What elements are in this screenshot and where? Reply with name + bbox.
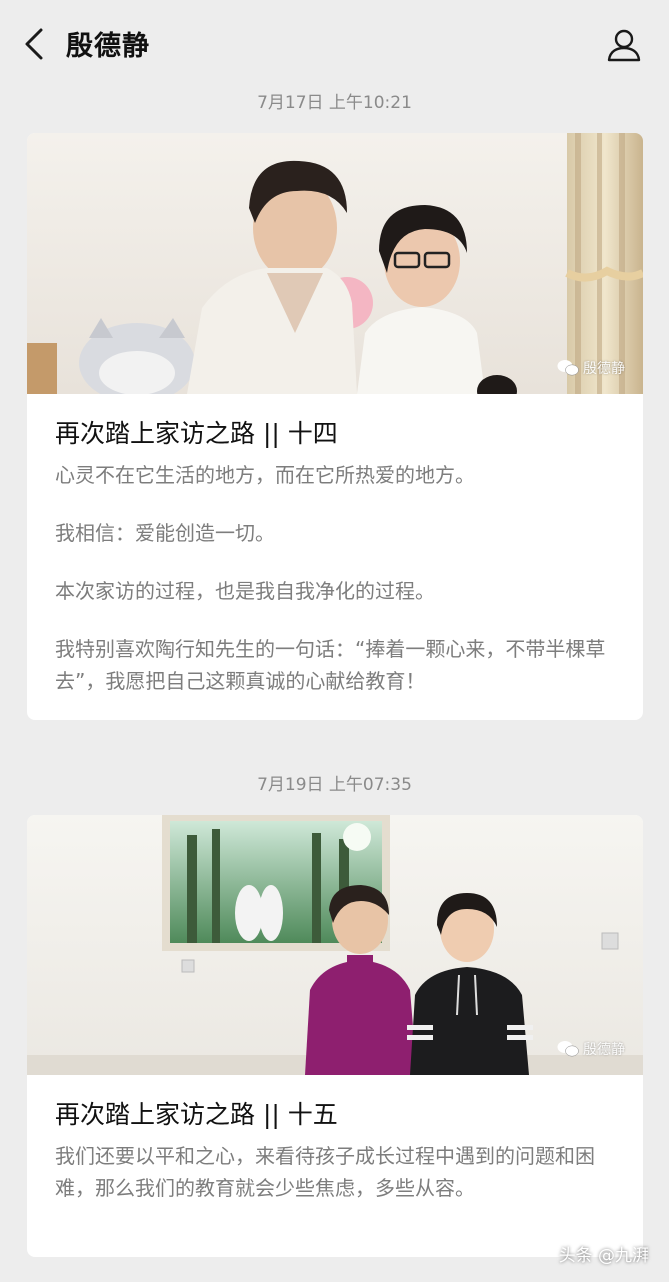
article-summary: 我们还要以平和之心，来看待孩子成长过程中遇到的问题和困难，那么我们的教育就会少些… (27, 1140, 643, 1204)
cover-photo-illustration (27, 133, 643, 394)
article-card[interactable]: 殷德静 再次踏上家访之路 || 十四 心灵不在它生活的地方，而在它所热爱的地方。… (27, 133, 643, 720)
summary-paragraph: 我特别喜欢陶行知先生的一句话：“捧着一颗心来，不带半棵草去”，我愿把自己这颗真诚… (55, 637, 606, 693)
watermark-text: 殷德静 (583, 361, 625, 377)
article-title: 再次踏上家访之路 || 十五 (55, 1100, 338, 1129)
wechat-icon (557, 1041, 579, 1057)
page-title: 殷德静 (66, 31, 150, 62)
back-button[interactable] (18, 26, 50, 62)
profile-button[interactable] (603, 24, 645, 66)
cover-photo-illustration (27, 815, 643, 1075)
message-timestamp: 7月19日 上午07:35 (257, 775, 412, 795)
top-bar: 殷德静 (0, 0, 669, 86)
summary-paragraph: 本次家访的过程，也是我自我净化的过程。 (55, 579, 435, 603)
message-timestamp: 7月17日 上午10:21 (257, 93, 412, 113)
article-cover-image: 殷德静 (27, 133, 643, 394)
summary-paragraph: 我相信：爱能创造一切。 (55, 521, 275, 545)
article-watermark: 殷德静 (557, 358, 625, 378)
article-summary: 心灵不在它生活的地方，而在它所热爱的地方。 我相信：爱能创造一切。 本次家访的过… (27, 459, 643, 697)
person-icon (607, 29, 641, 62)
summary-paragraph: 心灵不在它生活的地方，而在它所热爱的地方。 (55, 463, 475, 487)
article-cover-image: 殷德静 (27, 815, 643, 1075)
chevron-left-icon (25, 28, 43, 60)
article-card[interactable]: 殷德静 再次踏上家访之路 || 十五 我们还要以平和之心，来看待孩子成长过程中遇… (27, 815, 643, 1257)
article-title: 再次踏上家访之路 || 十四 (55, 419, 338, 448)
source-watermark: 头条 @九湃 (558, 1246, 649, 1266)
watermark-text: 殷德静 (583, 1042, 625, 1058)
summary-paragraph: 我们还要以平和之心，来看待孩子成长过程中遇到的问题和困难，那么我们的教育就会少些… (55, 1144, 595, 1200)
article-watermark: 殷德静 (557, 1039, 625, 1059)
wechat-icon (557, 360, 579, 376)
